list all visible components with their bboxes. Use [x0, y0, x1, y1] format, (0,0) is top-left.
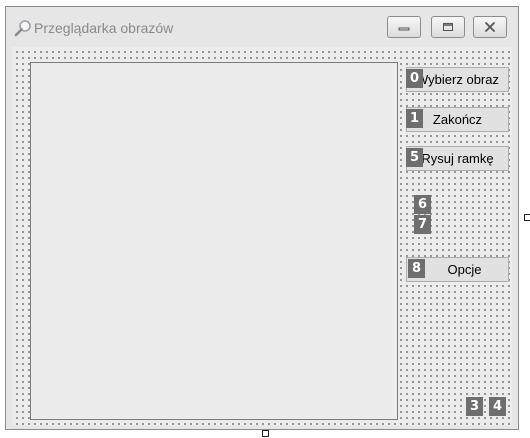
minimize-icon	[398, 27, 410, 31]
quit-label: Zakończ	[432, 112, 483, 127]
tab-order-badge[interactable]: 7	[414, 215, 431, 234]
title-bar[interactable]: Przeglądarka obrazów	[6, 7, 518, 47]
tab-order-badge: 5	[406, 148, 423, 167]
minimize-button[interactable]	[387, 16, 421, 38]
tab-order-badge[interactable]: 6	[414, 195, 431, 214]
designer-window: Przeglądarka obrazów Wybierz obraz 0 Zak…	[5, 6, 519, 430]
maximize-icon	[443, 23, 453, 31]
window-title: Przeglądarka obrazów	[34, 20, 174, 36]
maximize-button[interactable]	[431, 16, 465, 38]
magnifier-icon	[14, 20, 31, 37]
close-icon	[485, 22, 495, 32]
picture-box[interactable]	[30, 62, 398, 420]
choose-image-label: Wybierz obraz	[416, 72, 499, 87]
form-design-surface[interactable]: Wybierz obraz 0 Zakończ 1 Rysuj ramkę 5 …	[12, 47, 512, 425]
tab-order-badge[interactable]: 4	[489, 397, 506, 416]
tab-order-badge[interactable]: 3	[466, 397, 483, 416]
tab-order-badge: 8	[408, 259, 425, 278]
tab-order-badge: 0	[406, 69, 423, 88]
close-button[interactable]	[473, 16, 507, 38]
tab-order-badge: 1	[406, 109, 423, 128]
draw-frame-label: Rysuj ramkę	[421, 151, 494, 166]
resize-handle-right[interactable]	[524, 214, 530, 221]
options-label: Opcje	[447, 262, 482, 277]
resize-handle-bottom[interactable]	[262, 430, 269, 437]
